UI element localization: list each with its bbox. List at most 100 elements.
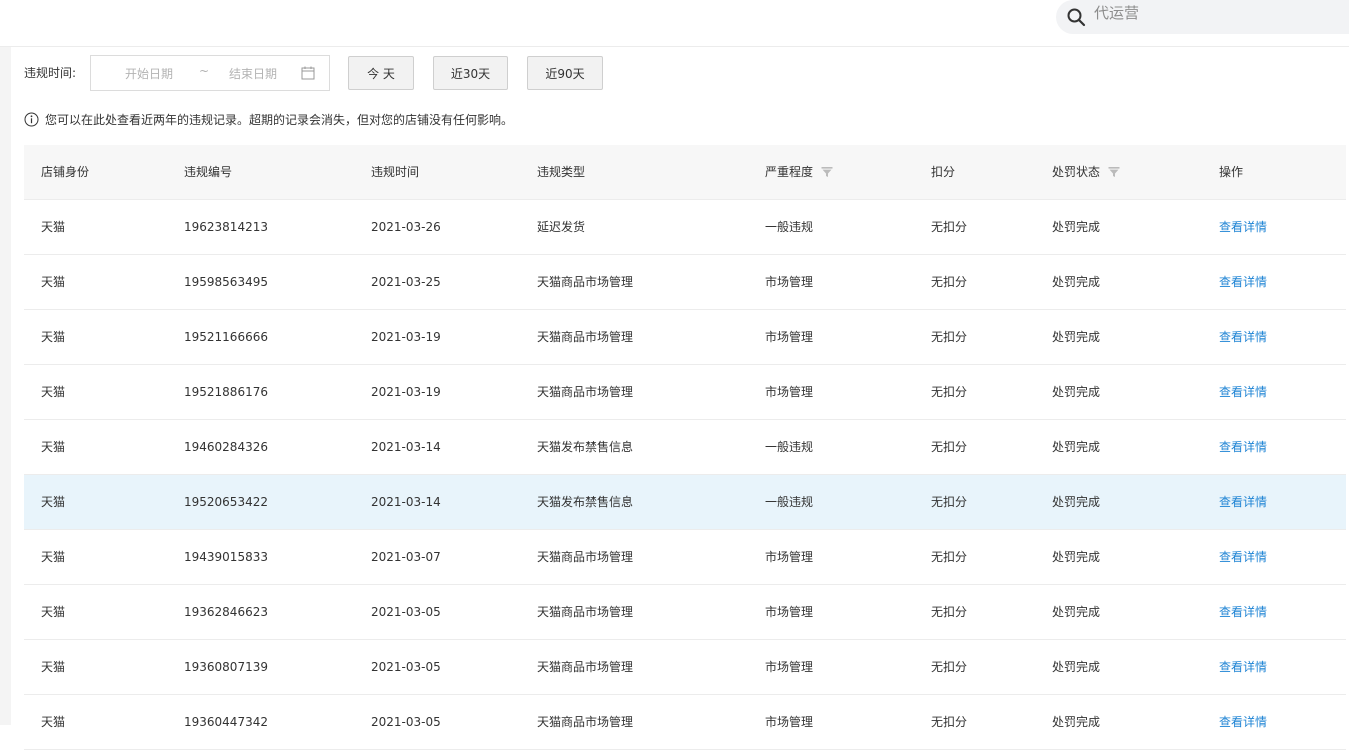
- cell-shop: 天猫: [41, 385, 66, 399]
- cell-status: 处罚完成: [1052, 220, 1101, 234]
- cell-status: 处罚完成: [1052, 715, 1101, 729]
- cell-date: 2021-03-25: [371, 275, 441, 289]
- cell-id: 19362846623: [184, 605, 268, 619]
- cell-severity: 市场管理: [765, 550, 814, 564]
- header-severity[interactable]: 严重程度: [765, 145, 833, 199]
- cell-severity: 市场管理: [765, 385, 814, 399]
- cell-severity: 市场管理: [765, 715, 814, 729]
- search-input[interactable]: [1094, 2, 1334, 24]
- cell-points: 无扣分: [931, 495, 968, 509]
- header-type: 违规类型: [537, 165, 586, 179]
- view-details-link[interactable]: 查看详情: [1219, 255, 1267, 309]
- cell-type: 天猫商品市场管理: [537, 715, 634, 729]
- cell-type: 天猫发布禁售信息: [537, 440, 634, 454]
- table-row: 天猫 19623814213 2021-03-26 延迟发货 一般违规 无扣分 …: [24, 200, 1346, 255]
- start-date-placeholder[interactable]: 开始日期: [125, 65, 173, 82]
- table-row: 天猫 19362846623 2021-03-05 天猫商品市场管理 市场管理 …: [24, 585, 1346, 640]
- header-points: 扣分: [931, 165, 956, 179]
- view-details-link[interactable]: 查看详情: [1219, 695, 1267, 749]
- top-bar: [0, 0, 1349, 47]
- cell-date: 2021-03-19: [371, 385, 441, 399]
- cell-id: 19521886176: [184, 385, 268, 399]
- last-30-days-button[interactable]: 近30天: [433, 56, 508, 90]
- cell-date: 2021-03-07: [371, 550, 441, 564]
- info-icon: [24, 112, 39, 126]
- cell-severity: 一般违规: [765, 440, 814, 454]
- table-row: 天猫 19360807139 2021-03-05 天猫商品市场管理 市场管理 …: [24, 640, 1346, 695]
- end-date-placeholder[interactable]: 结束日期: [229, 65, 277, 82]
- header-status[interactable]: 处罚状态: [1052, 145, 1120, 199]
- cell-status: 处罚完成: [1052, 495, 1101, 509]
- cell-id: 19360447342: [184, 715, 268, 729]
- cell-shop: 天猫: [41, 330, 66, 344]
- cell-status: 处罚完成: [1052, 605, 1101, 619]
- cell-shop: 天猫: [41, 605, 66, 619]
- cell-status: 处罚完成: [1052, 440, 1101, 454]
- cell-id: 19598563495: [184, 275, 268, 289]
- cell-status: 处罚完成: [1052, 330, 1101, 344]
- cell-status: 处罚完成: [1052, 660, 1101, 674]
- cell-severity: 一般违规: [765, 220, 814, 234]
- search-box[interactable]: [1056, 0, 1349, 34]
- cell-id: 19460284326: [184, 440, 268, 454]
- calendar-icon[interactable]: [301, 66, 315, 80]
- table-row: 天猫 19521886176 2021-03-19 天猫商品市场管理 市场管理 …: [24, 365, 1346, 420]
- violations-table: 店铺身份 违规编号 违规时间 违规类型 严重程度 扣分 处罚状态 操作 天猫 1…: [24, 145, 1346, 750]
- cell-shop: 天猫: [41, 550, 66, 564]
- cell-id: 19360807139: [184, 660, 268, 674]
- cell-type: 天猫商品市场管理: [537, 385, 634, 399]
- header-severity-label: 严重程度: [765, 165, 814, 179]
- cell-status: 处罚完成: [1052, 275, 1101, 289]
- cell-points: 无扣分: [931, 275, 968, 289]
- cell-shop: 天猫: [41, 495, 66, 509]
- cell-id: 19520653422: [184, 495, 268, 509]
- cell-shop: 天猫: [41, 275, 66, 289]
- cell-date: 2021-03-19: [371, 330, 441, 344]
- cell-shop: 天猫: [41, 660, 66, 674]
- view-details-link[interactable]: 查看详情: [1219, 640, 1267, 694]
- cell-shop: 天猫: [41, 220, 66, 234]
- table-row: 天猫 19439015833 2021-03-07 天猫商品市场管理 市场管理 …: [24, 530, 1346, 585]
- view-details-link[interactable]: 查看详情: [1219, 365, 1267, 419]
- cell-shop: 天猫: [41, 715, 66, 729]
- last-90-days-button[interactable]: 近90天: [527, 56, 603, 90]
- cell-type: 延迟发货: [537, 220, 586, 234]
- notice-text: 您可以在此处查看近两年的违规记录。超期的记录会消失，但对您的店铺没有任何影响。: [45, 112, 514, 127]
- cell-severity: 市场管理: [765, 275, 814, 289]
- cell-status: 处罚完成: [1052, 550, 1101, 564]
- today-button[interactable]: 今 天: [348, 56, 414, 90]
- header-action: 操作: [1219, 165, 1244, 179]
- cell-severity: 市场管理: [765, 660, 814, 674]
- cell-severity: 市场管理: [765, 605, 814, 619]
- view-details-link[interactable]: 查看详情: [1219, 530, 1267, 584]
- header-date: 违规时间: [371, 165, 420, 179]
- cell-date: 2021-03-14: [371, 440, 441, 454]
- view-details-link[interactable]: 查看详情: [1219, 475, 1267, 529]
- cell-date: 2021-03-26: [371, 220, 441, 234]
- cell-type: 天猫发布禁售信息: [537, 495, 634, 509]
- cell-id: 19439015833: [184, 550, 268, 564]
- table-row: 天猫 19360447342 2021-03-05 天猫商品市场管理 市场管理 …: [24, 695, 1346, 750]
- view-details-link[interactable]: 查看详情: [1219, 310, 1267, 364]
- cell-points: 无扣分: [931, 550, 968, 564]
- cell-points: 无扣分: [931, 385, 968, 399]
- table-row: 天猫 19520653422 2021-03-14 天猫发布禁售信息 一般违规 …: [24, 475, 1346, 530]
- filter-icon[interactable]: [1108, 166, 1120, 178]
- cell-type: 天猫商品市场管理: [537, 550, 634, 564]
- violation-time-label: 违规时间:: [24, 66, 77, 80]
- date-range-picker[interactable]: 开始日期 ~ 结束日期: [90, 55, 330, 91]
- cell-status: 处罚完成: [1052, 385, 1101, 399]
- view-details-link[interactable]: 查看详情: [1219, 200, 1267, 254]
- search-icon[interactable]: [1066, 7, 1086, 27]
- header-id: 违规编号: [184, 165, 233, 179]
- cell-type: 天猫商品市场管理: [537, 330, 634, 344]
- view-details-link[interactable]: 查看详情: [1219, 420, 1267, 474]
- notice: 您可以在此处查看近两年的违规记录。超期的记录会消失，但对您的店铺没有任何影响。: [24, 110, 513, 128]
- filter-icon[interactable]: [821, 166, 833, 178]
- cell-severity: 一般违规: [765, 495, 814, 509]
- cell-points: 无扣分: [931, 660, 968, 674]
- cell-date: 2021-03-05: [371, 715, 441, 729]
- cell-points: 无扣分: [931, 220, 968, 234]
- date-separator: ~: [199, 64, 210, 78]
- view-details-link[interactable]: 查看详情: [1219, 585, 1267, 639]
